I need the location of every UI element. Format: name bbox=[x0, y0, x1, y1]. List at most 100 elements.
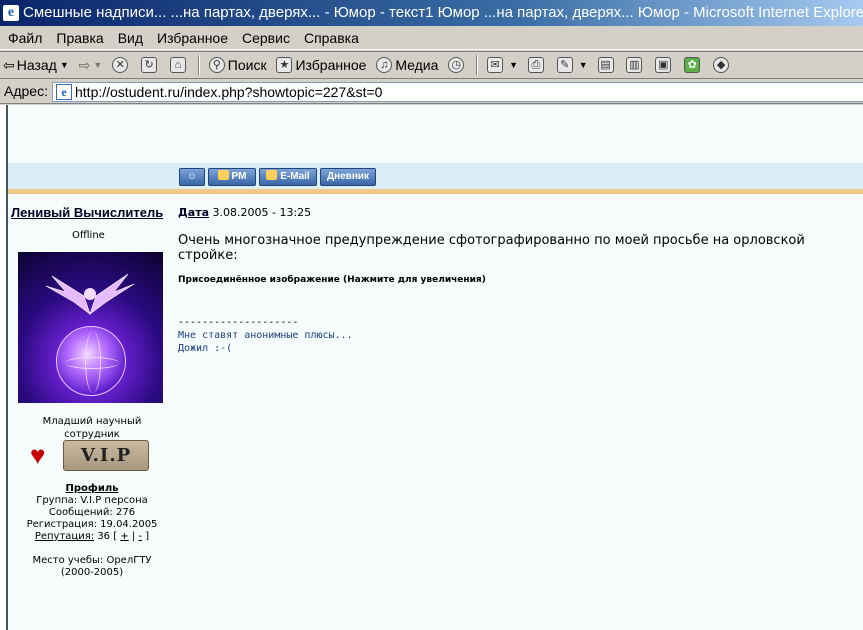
search-label: Поиск bbox=[227, 57, 267, 73]
research-icon: ▥ bbox=[626, 57, 643, 73]
pm-button[interactable]: PM bbox=[208, 168, 256, 186]
edit-icon: ✎ bbox=[556, 57, 573, 73]
user-icon: ☺ bbox=[186, 171, 198, 182]
media-label: Медиа bbox=[395, 57, 439, 73]
author-rank: Младший научный сотрудник bbox=[32, 415, 152, 441]
reputation-value: 36 [ bbox=[97, 531, 118, 542]
profile-link[interactable]: Профиль bbox=[12, 483, 172, 495]
email-label: E-Mail bbox=[280, 171, 310, 182]
mail-icon: ✉ bbox=[487, 57, 504, 73]
forward-arrow-icon: ⇨ bbox=[78, 57, 91, 73]
author-status: Offline bbox=[72, 230, 105, 241]
menu-view[interactable]: Вид bbox=[112, 26, 149, 50]
home-button[interactable]: ⌂ bbox=[167, 52, 192, 78]
author-profile: Профиль Группа: V.I.P персона Сообщений:… bbox=[12, 483, 172, 579]
forward-button[interactable]: ⇨ ▼ bbox=[76, 52, 106, 78]
post-date-value: 3.08.2005 - 13:25 bbox=[212, 206, 312, 219]
window-titlebar: e Смешные надписи... ...на партах, дверях… bbox=[0, 0, 863, 26]
diary-label: Дневник bbox=[326, 171, 370, 182]
post-button-strip bbox=[8, 163, 863, 189]
address-label: Адрес: bbox=[4, 83, 48, 99]
pm-label: PM bbox=[231, 171, 247, 182]
author-posts: Сообщений: 276 bbox=[48, 507, 136, 518]
author-group: Группа: V.I.P персона bbox=[36, 495, 148, 506]
stop-icon: ✕ bbox=[112, 57, 129, 73]
search-button[interactable]: ⚲ Поиск bbox=[206, 52, 270, 78]
addon-button[interactable]: ✿ bbox=[681, 52, 706, 78]
profile-icon-button[interactable]: ☺ bbox=[179, 168, 205, 186]
menu-bar: Файл Правка Вид Избранное Сервис Справка bbox=[0, 26, 863, 50]
refresh-button[interactable]: ↻ bbox=[138, 52, 163, 78]
menu-tools[interactable]: Сервис bbox=[236, 26, 296, 50]
menu-edit[interactable]: Правка bbox=[50, 26, 109, 50]
print-icon: ⎙ bbox=[527, 57, 544, 73]
avatar bbox=[18, 252, 163, 403]
menu-favorites[interactable]: Избранное bbox=[151, 26, 234, 50]
author-registered: Регистрация: 19.04.2005 bbox=[26, 519, 158, 530]
toolbar: ⇦ Назад ▼ ⇨ ▼ ✕ ↻ ⌂ ⚲ Поиск ★ Избранное ♫ Меди… bbox=[0, 51, 863, 79]
favorites-label: Избранное bbox=[295, 57, 367, 73]
author-study: Место учебы: ОрелГТУ bbox=[32, 555, 152, 566]
research-button[interactable]: ▥ bbox=[623, 52, 648, 78]
chevron-down-icon: ▼ bbox=[93, 60, 103, 70]
toolbar-separator bbox=[197, 55, 200, 75]
rep-minus-link[interactable]: - bbox=[138, 531, 142, 542]
signature-line: Дожил :-( bbox=[178, 343, 233, 354]
attachment-link[interactable]: Присоединённое изображение (Нажмите для … bbox=[178, 275, 486, 285]
history-icon: ◷ bbox=[448, 57, 465, 73]
address-input[interactable]: e http://ostudent.ru/index.php?showtopic… bbox=[52, 82, 863, 102]
post-signature: -------------------- Мне ставят анонимны… bbox=[178, 316, 353, 355]
stop-button[interactable]: ✕ bbox=[109, 52, 134, 78]
address-bar: Адрес: e http://ostudent.ru/index.php?sh… bbox=[0, 80, 863, 104]
addon-pro-icon: ✿ bbox=[684, 57, 701, 73]
heart-icon: ♥ bbox=[30, 441, 46, 470]
menu-file[interactable]: Файл bbox=[2, 26, 48, 50]
ie-logo-icon: e bbox=[3, 5, 19, 21]
history-button[interactable]: ◷ bbox=[445, 52, 470, 78]
rep-close: ] bbox=[145, 531, 150, 542]
email-button[interactable]: E-Mail bbox=[259, 168, 317, 186]
users-icon bbox=[217, 170, 229, 180]
rep-plus-link[interactable]: + bbox=[120, 531, 128, 542]
home-icon: ⌂ bbox=[170, 57, 186, 73]
back-arrow-icon: ⇦ bbox=[3, 57, 15, 73]
discuss-button[interactable]: ▤ bbox=[595, 52, 620, 78]
media-icon: ♫ bbox=[376, 57, 393, 73]
reputation-link[interactable]: Репутация: bbox=[35, 531, 94, 542]
author-study-years: (2000-2005) bbox=[60, 567, 124, 578]
rep-separator: | bbox=[131, 531, 136, 542]
forum-page: ☺ PM E-Mail Дневник Ленивый Вычислитель … bbox=[8, 105, 863, 630]
mail-button[interactable]: ✉ ▼ bbox=[484, 52, 521, 78]
globe-icon bbox=[56, 326, 126, 396]
print-button[interactable]: ⎙ bbox=[525, 52, 550, 78]
favorites-icon: ★ bbox=[276, 57, 293, 73]
diary-button[interactable]: Дневник bbox=[320, 168, 376, 186]
discuss-icon: ▤ bbox=[597, 57, 614, 73]
addon2-button[interactable]: ◆ bbox=[710, 52, 735, 78]
post-divider bbox=[8, 189, 863, 194]
vip-scroll: V.I.P bbox=[63, 440, 149, 471]
eagle-icon bbox=[45, 273, 135, 315]
author-name[interactable]: Ленивый Вычислитель bbox=[11, 205, 163, 220]
favorites-button[interactable]: ★ Избранное bbox=[273, 52, 369, 78]
messenger-button[interactable]: ▣ bbox=[652, 52, 677, 78]
rank-line: Младший научный bbox=[42, 416, 142, 427]
vip-badge: ♥ V.I.P bbox=[30, 440, 152, 472]
post-body: Очень многозначное предупреждение сфотог… bbox=[178, 233, 805, 263]
media-button[interactable]: ♫ Медиа bbox=[373, 52, 441, 78]
chevron-down-icon: ▼ bbox=[59, 60, 69, 70]
page-viewport: ☺ PM E-Mail Дневник Ленивый Вычислитель … bbox=[0, 105, 863, 630]
address-url: http://ostudent.ru/index.php?showtopic=2… bbox=[75, 84, 383, 100]
signature-divider: -------------------- bbox=[178, 317, 299, 328]
search-icon: ⚲ bbox=[208, 57, 225, 73]
mail-icon bbox=[266, 170, 278, 180]
chevron-down-icon: ▼ bbox=[509, 60, 518, 70]
edit-button[interactable]: ✎ ▼ bbox=[554, 52, 591, 78]
toolbar-separator bbox=[476, 55, 479, 75]
back-button[interactable]: ⇦ Назад ▼ bbox=[0, 52, 72, 78]
post-date-link[interactable]: Дата bbox=[178, 206, 209, 219]
menu-help[interactable]: Справка bbox=[298, 26, 365, 50]
chevron-down-icon: ▼ bbox=[578, 60, 588, 70]
window-title: Смешные надписи... ...на партах, дверях.… bbox=[23, 4, 863, 21]
back-label: Назад bbox=[16, 57, 57, 73]
